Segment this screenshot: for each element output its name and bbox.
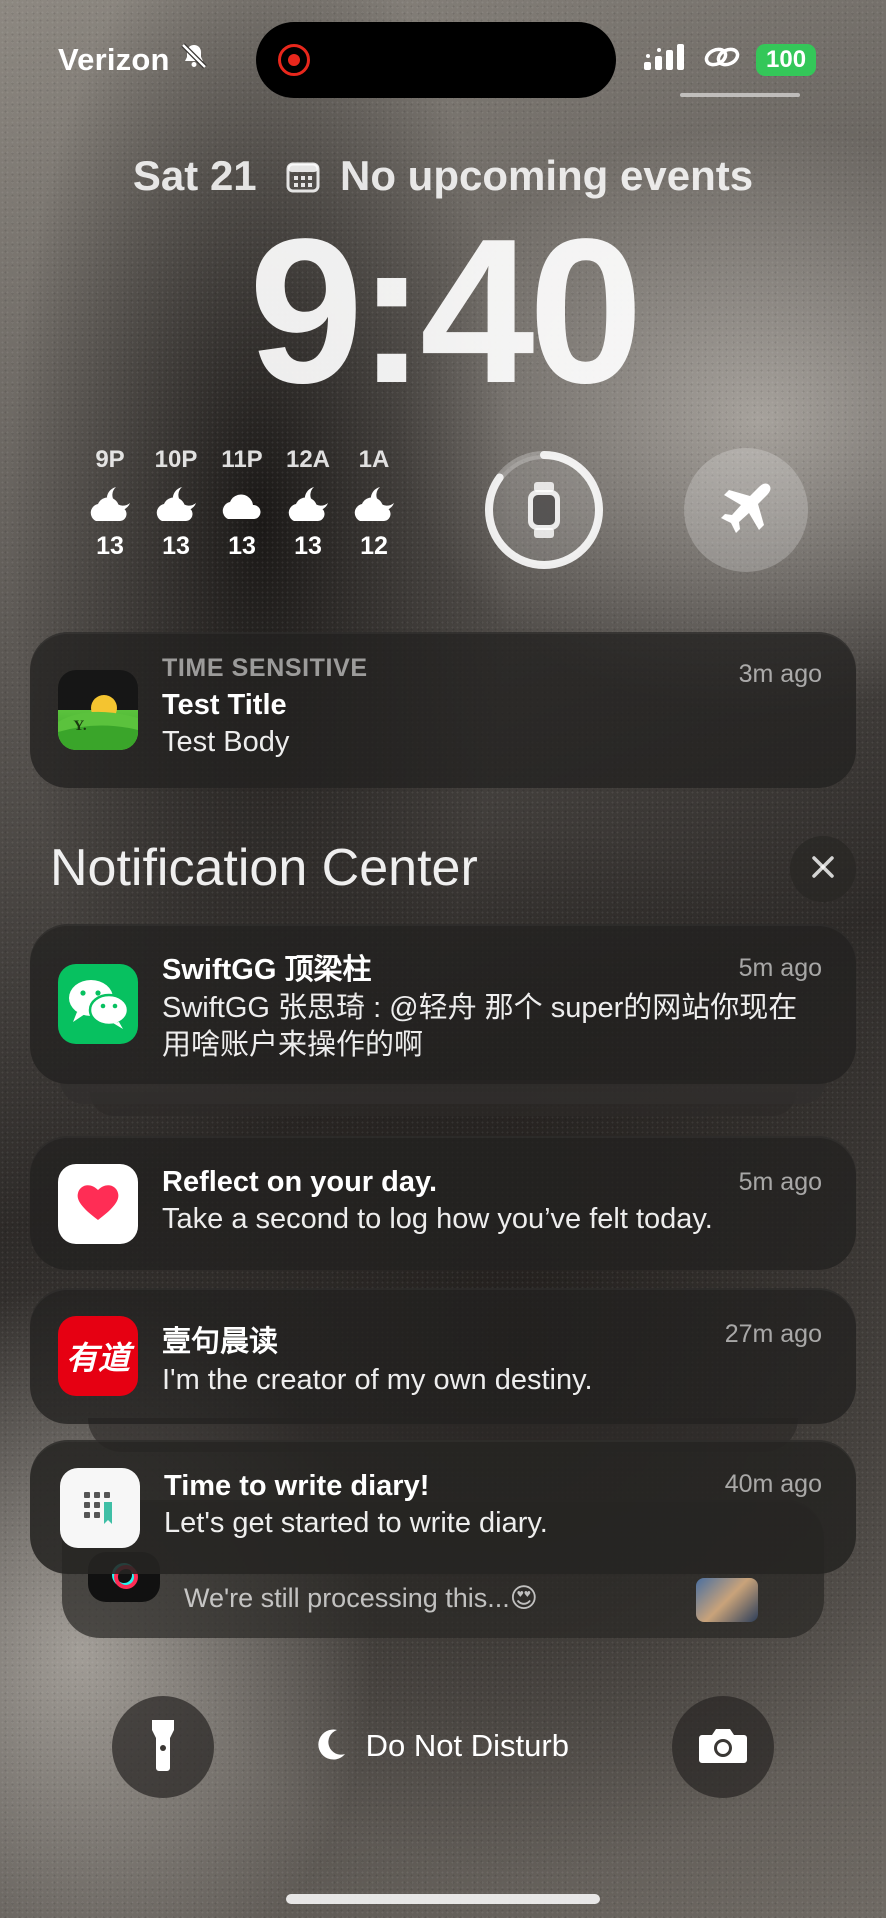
- notification-body: Test Body: [162, 726, 290, 758]
- notification-wechat[interactable]: SwiftGG 顶梁柱 SwiftGG 张思琦 : @轻舟 那个 super的网…: [30, 924, 856, 1084]
- weather-app-icon: Y.: [58, 670, 138, 750]
- carrier-label: Verizon: [58, 42, 208, 78]
- battery-icon: 100: [756, 43, 817, 76]
- airplane-icon: [717, 479, 775, 542]
- watch-battery-widget[interactable]: [482, 448, 606, 572]
- date-text: Sat 21: [132, 152, 257, 199]
- camera-button[interactable]: [672, 1696, 774, 1798]
- notification-diary[interactable]: Time to write diary! Let's get started t…: [30, 1440, 856, 1574]
- notification-body: Let's get started to write diary.: [164, 1507, 548, 1539]
- diary-app-icon: [60, 1468, 140, 1548]
- weather-temp: 13: [294, 532, 322, 560]
- notification-title: 壹句晨读: [162, 1326, 279, 1358]
- notification-youdao[interactable]: 有道 壹句晨读 I'm the creator of my own destin…: [30, 1288, 856, 1424]
- cloud-icon: [212, 480, 272, 530]
- wechat-app-icon: [58, 964, 138, 1044]
- close-icon: [810, 854, 836, 885]
- weather-hour: 12A: [285, 446, 331, 473]
- notification-title: Time to write diary!: [164, 1470, 430, 1502]
- signal-icon: [644, 42, 688, 77]
- cloud-moon-icon: [278, 480, 338, 530]
- notification-title: Reflect on your day.: [162, 1166, 438, 1198]
- weather-hour-column: 1A 12: [344, 446, 404, 561]
- weather-hour: 10P: [154, 446, 198, 473]
- weather-hour: 9P: [95, 446, 125, 473]
- notification-tag: TIME SENSITIVE: [162, 654, 368, 682]
- camera-icon: [698, 1725, 748, 1770]
- time-sensitive-notification[interactable]: Y. TIME SENSITIVE Test Title Test Body 3…: [30, 632, 856, 788]
- notification-body: I'm the creator of my own destiny.: [162, 1364, 593, 1396]
- notification-body: Take a second to log how you’ve felt tod…: [162, 1203, 713, 1235]
- notification-time: 5m ago: [738, 1168, 822, 1196]
- carrier-text: Verizon: [58, 42, 170, 77]
- notification-center-title: Notification Center: [50, 839, 478, 897]
- lock-clock: 9:40: [248, 196, 643, 426]
- weather-hour-column: 9P 13: [80, 446, 140, 561]
- youdao-app-icon: 有道: [58, 1316, 138, 1396]
- weather-temp: 12: [360, 532, 388, 560]
- clear-notifications-button[interactable]: [790, 836, 856, 902]
- focus-mode-label: Do Not Disturb: [365, 1728, 569, 1763]
- notification-time: 5m ago: [738, 954, 822, 982]
- notification-body: SwiftGG 张思琦 : @轻舟 那个 super的网站你现在用啥账户来操作的…: [162, 992, 798, 1061]
- screen-record-icon: [278, 44, 310, 76]
- youdao-logo-text: 有道: [65, 1340, 130, 1376]
- weather-hour-column: 11P 13: [212, 446, 272, 561]
- weather-temp: 13: [162, 532, 190, 560]
- weather-temp: 13: [96, 532, 124, 560]
- calendar-events-text: No upcoming events: [340, 152, 754, 199]
- cloud-moon-icon: [344, 480, 404, 530]
- lock-screen: Verizon 100 Sat 21 No upcoming events 9:…: [0, 0, 886, 1918]
- weather-hour-column: 12A 13: [278, 446, 338, 561]
- cloud-moon-icon: [80, 480, 140, 530]
- control-center-grabber[interactable]: [680, 93, 800, 97]
- weather-widget[interactable]: 9P 13 10P 13 11P 13 12A 13 1A 12: [80, 446, 404, 561]
- notification-time: 40m ago: [724, 1470, 822, 1498]
- notification-body: We're still processing this...😍: [184, 1583, 538, 1613]
- notification-time: 3m ago: [738, 660, 822, 688]
- status-icons: 100: [644, 42, 817, 77]
- notification-time: 27m ago: [724, 1320, 822, 1348]
- home-indicator[interactable]: [286, 1894, 600, 1904]
- weather-hour: 11P: [221, 446, 263, 473]
- bell-slash-icon: [180, 42, 208, 78]
- link-icon: [702, 42, 742, 77]
- notification-title: Test Title: [162, 689, 287, 721]
- weather-hour-column: 10P 13: [146, 446, 206, 561]
- health-app-icon: [58, 1164, 138, 1244]
- notification-title: SwiftGG 顶梁柱: [162, 954, 372, 986]
- airplane-mode-widget[interactable]: [684, 448, 808, 572]
- heart-icon: [76, 1182, 120, 1227]
- moon-icon: [317, 1728, 347, 1768]
- dynamic-island[interactable]: [256, 22, 616, 98]
- weather-hour: 1A: [358, 446, 390, 473]
- app-icon-text: Y.: [73, 717, 87, 734]
- notification-thumbnail: [696, 1578, 758, 1622]
- notification-health[interactable]: Reflect on your day. Take a second to lo…: [30, 1136, 856, 1270]
- weather-temp: 13: [228, 532, 256, 560]
- cloud-moon-icon: [146, 480, 206, 530]
